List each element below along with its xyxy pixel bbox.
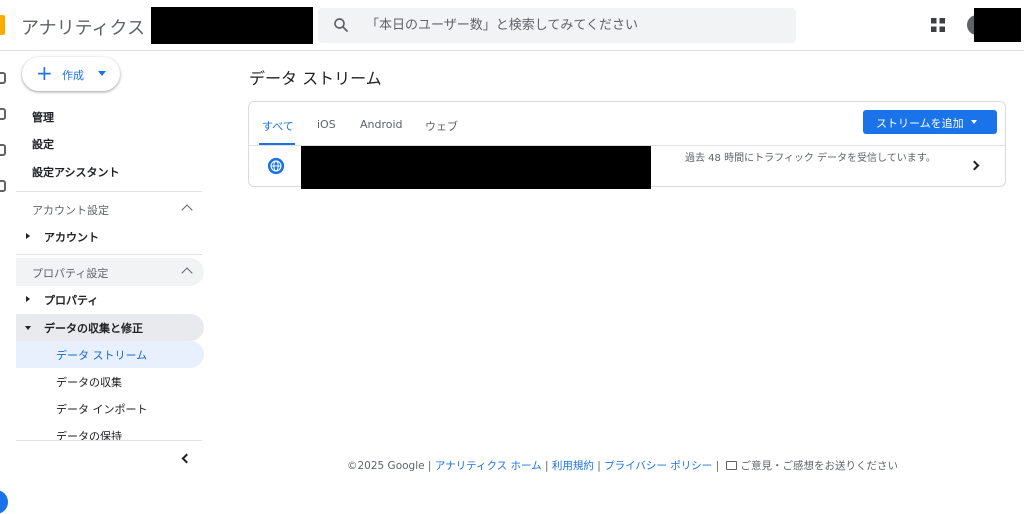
search-bar[interactable] bbox=[318, 8, 796, 43]
sub-item-data-import[interactable]: データ インポート bbox=[16, 395, 204, 422]
tree-label: プロパティ bbox=[44, 294, 99, 307]
nav-item-admin[interactable]: 管理 bbox=[16, 105, 204, 131]
globe-icon bbox=[267, 157, 285, 175]
analytics-home-link[interactable]: アナリティクス ホーム bbox=[435, 460, 542, 472]
divider bbox=[16, 191, 202, 192]
analytics-logo[interactable] bbox=[0, 15, 5, 35]
tab-android[interactable]: Android bbox=[360, 118, 403, 131]
sub-label: データ ストリーム bbox=[56, 349, 148, 362]
caret-right-icon bbox=[26, 233, 30, 239]
data-streams-card: すべて iOS Android ウェブ ストリームを追加 過去 48 時間にトラ… bbox=[248, 101, 1006, 189]
stream-row[interactable]: 過去 48 時間にトラフィック データを受信しています。 bbox=[249, 146, 1005, 189]
section-label: プロパティ設定 bbox=[32, 267, 109, 280]
home-icon[interactable] bbox=[0, 72, 6, 84]
left-rail bbox=[0, 51, 16, 514]
page-title: データ ストリーム bbox=[249, 69, 382, 88]
explore-icon[interactable] bbox=[0, 144, 6, 156]
sub-label: データの収集 bbox=[56, 376, 122, 389]
terms-link[interactable]: 利用規約 bbox=[552, 460, 594, 472]
sub-label: データ インポート bbox=[56, 403, 148, 416]
stream-name-redacted bbox=[301, 146, 651, 189]
app-title[interactable]: アナリティクス bbox=[21, 14, 145, 40]
add-stream-label: ストリームを追加 bbox=[876, 117, 964, 130]
tree-item-data-collection[interactable]: データの収集と修正 bbox=[16, 314, 204, 341]
advertising-icon[interactable] bbox=[0, 180, 6, 192]
sub-item-data-collection[interactable]: データの収集 bbox=[16, 368, 204, 395]
divider bbox=[16, 254, 202, 255]
feedback-icon bbox=[726, 461, 738, 470]
admin-nav: + 作成 管理 設定 設定アシスタント アカウント設定 アカウント プロパティ設… bbox=[16, 51, 216, 476]
nav-item-settings[interactable]: 設定 bbox=[16, 132, 204, 158]
create-label: 作成 bbox=[62, 69, 84, 82]
search-icon bbox=[334, 18, 348, 32]
stream-status-text: 過去 48 時間にトラフィック データを受信しています。 bbox=[685, 153, 936, 164]
account-selector-redacted[interactable] bbox=[151, 7, 313, 44]
tab-all[interactable]: すべて bbox=[262, 118, 294, 134]
section-property-settings[interactable]: プロパティ設定 bbox=[16, 258, 204, 286]
tab-web[interactable]: ウェブ bbox=[425, 118, 458, 134]
account-avatar-redacted[interactable] bbox=[974, 8, 1021, 42]
caret-down-icon bbox=[25, 326, 31, 330]
caret-right-icon bbox=[26, 296, 30, 302]
tree-item-property[interactable]: プロパティ bbox=[16, 286, 204, 313]
nav-item-setup-assistant[interactable]: 設定アシスタント bbox=[16, 160, 204, 186]
apps-icon[interactable] bbox=[930, 17, 946, 33]
tree-label: データの収集と修正 bbox=[44, 322, 143, 335]
collapse-nav-bar bbox=[16, 440, 202, 476]
admin-gear-icon[interactable] bbox=[0, 490, 8, 514]
tab-ios[interactable]: iOS bbox=[317, 118, 336, 131]
caret-down-icon bbox=[98, 71, 106, 76]
plus-icon: + bbox=[36, 61, 53, 85]
caret-down-icon bbox=[971, 120, 977, 124]
tree-item-account[interactable]: アカウント bbox=[16, 223, 204, 250]
feedback-link[interactable]: ご意見・ご感想をお送りください bbox=[740, 460, 898, 472]
create-button[interactable]: + 作成 bbox=[22, 57, 120, 91]
footer: ©2025 Google | アナリティクス ホーム | 利用規約 | プライバ… bbox=[347, 460, 898, 472]
section-account-settings[interactable]: アカウント設定 bbox=[16, 195, 204, 223]
chevron-left-icon[interactable] bbox=[181, 453, 192, 464]
add-stream-button[interactable]: ストリームを追加 bbox=[863, 110, 997, 134]
top-bar: アナリティクス bbox=[0, 0, 1024, 51]
chevron-up-icon bbox=[181, 204, 193, 216]
section-label: アカウント設定 bbox=[32, 204, 109, 217]
copyright: ©2025 Google bbox=[347, 460, 425, 472]
reports-icon[interactable] bbox=[0, 108, 6, 120]
chevron-up-icon bbox=[181, 267, 193, 279]
privacy-link[interactable]: プライバシー ポリシー bbox=[604, 460, 712, 472]
sub-item-data-streams[interactable]: データ ストリーム bbox=[16, 341, 204, 368]
tree-label: アカウント bbox=[44, 231, 99, 244]
chevron-right-icon[interactable] bbox=[969, 160, 980, 171]
search-input[interactable] bbox=[366, 8, 786, 43]
